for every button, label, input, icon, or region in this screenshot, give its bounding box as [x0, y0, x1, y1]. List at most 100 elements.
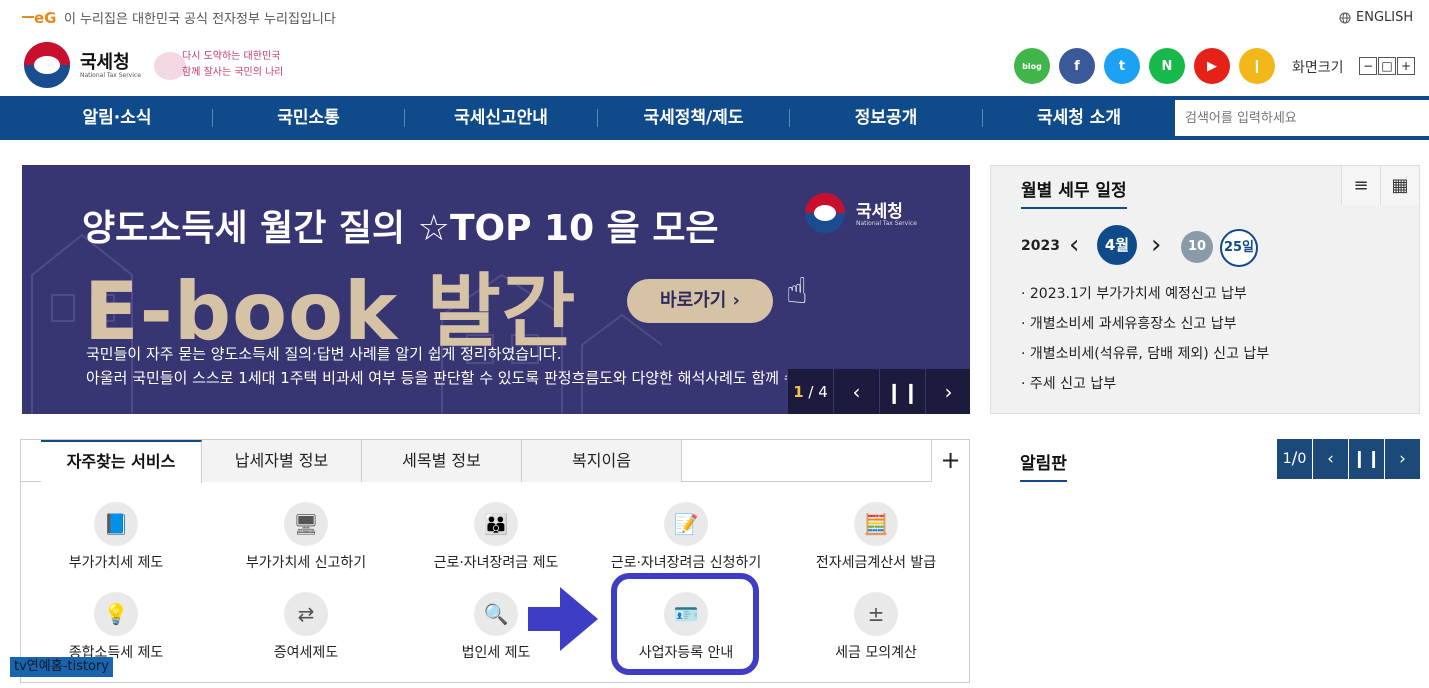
schedule-day-25[interactable]: 25일 — [1220, 229, 1258, 267]
banner-headline: 양도소득세 월간 질의 ☆TOP 10 을 모은 — [82, 208, 719, 249]
tab-taxpayer-info[interactable]: 납세자별 정보 — [202, 440, 362, 482]
svg-text:다시 도약하는 대한민국: 다시 도약하는 대한민국 — [182, 49, 280, 62]
schedule-item[interactable]: · 2023.1기 부가가치세 예정신고 납부 — [1021, 284, 1269, 314]
banner-nts-logo-icon — [805, 193, 845, 233]
notice-next-button[interactable]: › — [1385, 439, 1420, 479]
language-link[interactable]: ENGLISH — [1339, 10, 1413, 25]
zoom-out-button[interactable]: − — [1359, 57, 1377, 75]
service-item-label: 세금 모의계산 — [835, 645, 917, 661]
nav-item-news[interactable]: 알림·소식 — [22, 96, 212, 140]
nav-item-communication[interactable]: 국민소통 — [213, 96, 404, 140]
computer-icon: 🖥 — [284, 502, 328, 546]
service-item[interactable]: 🖥 부가가치세 신고하기 — [211, 502, 401, 572]
banner-description-1: 국민들이 자주 묻는 양도소득세 질의·답변 사례를 알기 쉽게 정리하였습니다… — [86, 345, 562, 363]
prev-month-button[interactable]: ‹ — [1069, 230, 1079, 260]
service-item-label: 부가가치세 제도 — [68, 555, 164, 571]
watermark-label: tv연예홈-tistory — [10, 657, 113, 677]
banner-page-indicator: 1 / 4 — [787, 369, 833, 414]
next-month-button[interactable]: › — [1151, 230, 1161, 260]
main-banner[interactable]: 양도소득세 월간 질의 ☆TOP 10 을 모은 E-book 발간 바로가기 … — [22, 165, 970, 414]
svg-text:eG: eG — [34, 9, 57, 27]
tab-welfare[interactable]: 복지이음 — [522, 440, 682, 482]
globe-icon — [1339, 12, 1351, 23]
youtube-icon[interactable]: ▶ — [1194, 48, 1230, 84]
site-logo-subtext: National Tax Service — [80, 72, 141, 79]
service-item[interactable]: 📝 근로·자녀장려금 신청하기 — [591, 502, 781, 572]
tab-tax-item-info[interactable]: 세목별 정보 — [362, 440, 522, 482]
notice-controls: 1/0 ‹ ❙❙ › — [1277, 439, 1420, 479]
service-item[interactable]: 👪 근로·자녀장려금 제도 — [401, 502, 591, 572]
service-item[interactable]: ± 세금 모의계산 — [781, 592, 971, 662]
banner-logo-text: 국세청 — [856, 202, 903, 222]
services-panel: 자주찾는 서비스 납세자별 정보 세목별 정보 복지이음 + 📘 부가가치세 제도… — [20, 439, 970, 683]
banner-cta-button[interactable]: 바로가기 › — [627, 279, 773, 323]
notice-page-total: 0 — [1297, 451, 1307, 467]
calc-symbols-icon: ± — [854, 592, 898, 636]
notice-pause-button[interactable]: ❙❙ — [1349, 439, 1384, 479]
monthly-tax-schedule: 월별 세무 일정 ≡ ▦ 2023 ‹ 4월 › 10 25일 · 2023.1… — [990, 165, 1420, 414]
list-view-icon[interactable]: ≡ — [1341, 166, 1380, 205]
zoom-reset-button[interactable]: □ — [1378, 57, 1396, 75]
person-bulb-icon: 💡 — [94, 592, 138, 636]
facebook-icon[interactable]: f — [1059, 48, 1095, 84]
nav-item-disclosure[interactable]: 정보공개 — [790, 96, 982, 140]
schedule-item[interactable]: · 개별소비세(석유류, 담배 제외) 신고 납부 — [1021, 344, 1269, 374]
banner-description-2: 아울러 국민들이 스스로 1세대 1주택 비과세 여부 등을 판단할 수 있도록… — [86, 369, 886, 387]
svg-text:함께 잘사는 국민의 나라: 함께 잘사는 국민의 나라 — [182, 66, 282, 78]
calculator-icon: 🧮 — [854, 502, 898, 546]
main-nav: 알림·소식 국민소통 국세신고안내 국세정책/제도 정보공개 국세청 소개 — [0, 96, 1429, 140]
service-item[interactable]: ⇄ 증여세제도 — [211, 592, 401, 662]
banner-page-current: 1 — [793, 382, 804, 401]
schedule-item[interactable]: · 주세 신고 납부 — [1021, 374, 1269, 404]
search-input[interactable] — [1175, 100, 1429, 136]
naver-post-icon[interactable]: N — [1149, 48, 1185, 84]
pointer-hand-icon: ☝ — [786, 271, 808, 312]
nav-item-about[interactable]: 국세청 소개 — [983, 96, 1175, 140]
kakao-story-icon[interactable]: ❙ — [1239, 48, 1275, 84]
pointer-arrow-icon — [528, 587, 598, 651]
services-tabs: 자주찾는 서비스 납세자별 정보 세목별 정보 복지이음 + — [21, 440, 969, 483]
service-item[interactable]: 💡 종합소득세 제도 — [21, 592, 211, 662]
banner-next-button[interactable]: › — [925, 369, 970, 414]
notice-prev-button[interactable]: ‹ — [1313, 439, 1348, 479]
screen-size-controls: − □ + — [1359, 57, 1416, 75]
book-magnifier-icon: 🔍 — [474, 592, 518, 636]
schedule-title: 월별 세무 일정 — [1021, 176, 1127, 209]
site-logo-text[interactable]: 국세청 — [80, 48, 130, 74]
banner-prev-button[interactable]: ‹ — [833, 369, 879, 414]
services-more-button[interactable]: + — [931, 440, 969, 482]
schedule-day-10[interactable]: 10 — [1181, 231, 1213, 263]
document-pen-icon: 📝 — [664, 502, 708, 546]
banner-controls: 1 / 4 ‹ ❙❙ › — [787, 369, 970, 414]
nts-logo-icon[interactable] — [24, 42, 70, 88]
schedule-list: · 2023.1기 부가가치세 예정신고 납부 · 개별소비세 과세유흥장소 신… — [1021, 284, 1269, 404]
nav-item-tax-filing[interactable]: 국세신고안내 — [405, 96, 597, 140]
service-item-label: 부가가치세 신고하기 — [245, 555, 367, 571]
family-icon: 👪 — [474, 502, 518, 546]
service-item-label: 근로·자녀장려금 제도 — [433, 555, 559, 571]
schedule-item[interactable]: · 개별소비세 과세유흥장소 신고 납부 — [1021, 314, 1269, 344]
banner-page-total: 4 — [818, 382, 828, 401]
notice-page-current: 1 — [1282, 451, 1292, 467]
service-item[interactable]: 🧮 전자세금계산서 발급 — [781, 502, 971, 572]
highlight-frame — [611, 573, 759, 675]
sns-links: blog f t N ▶ ❙ — [1014, 48, 1275, 84]
service-item[interactable]: 📘 부가가치세 제도 — [21, 502, 211, 572]
slogan-image: 다시 도약하는 대한민국 함께 잘사는 국민의 나라 — [154, 49, 282, 80]
gov-notice-text: 이 누리집은 대한민국 공식 전자정부 누리집입니다 — [64, 12, 336, 27]
calendar-view-icon[interactable]: ▦ — [1380, 166, 1419, 205]
blog-icon[interactable]: blog — [1014, 48, 1050, 84]
tab-frequent-services[interactable]: 자주찾는 서비스 — [41, 440, 202, 483]
gov-notice-bar: eG 이 누리집은 대한민국 공식 전자정부 누리집입니다 ENGLISH — [0, 0, 1429, 34]
screen-size-label: 화면크기 — [1292, 60, 1344, 76]
current-month: 4월 — [1097, 225, 1137, 265]
twitter-icon[interactable]: t — [1104, 48, 1140, 84]
service-item-label: 근로·자녀장려금 신청하기 — [610, 555, 762, 571]
egov-logo-icon: eG — [22, 9, 57, 27]
service-item-label: 증여세제도 — [273, 645, 339, 661]
zoom-in-button[interactable]: + — [1397, 57, 1415, 75]
banner-pause-button[interactable]: ❙❙ — [879, 369, 925, 414]
notice-board-title: 알림판 — [1020, 449, 1067, 482]
book-icon: 📘 — [94, 502, 138, 546]
nav-item-tax-policy[interactable]: 국세정책/제도 — [598, 96, 789, 140]
